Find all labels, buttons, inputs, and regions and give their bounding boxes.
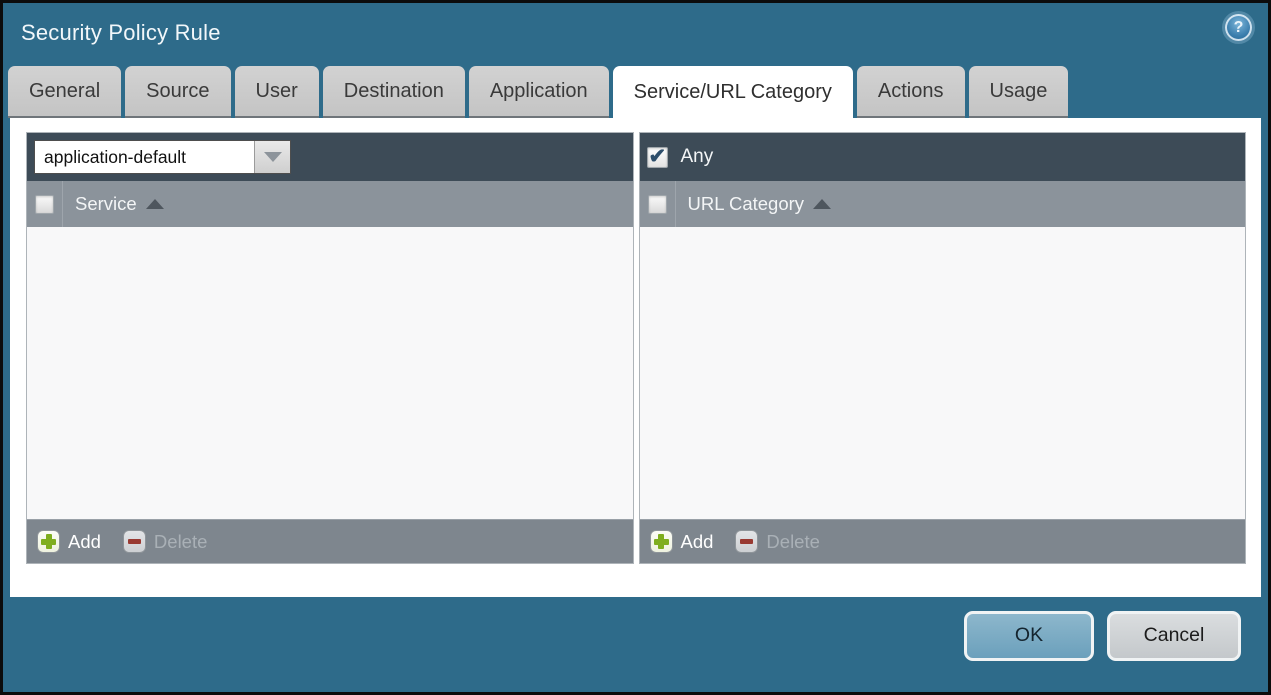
tab-usage[interactable]: Usage xyxy=(968,66,1069,118)
service-panel-footer: Add Delete xyxy=(27,519,633,563)
service-add-button[interactable]: Add xyxy=(37,530,101,553)
url-category-column-label: URL Category xyxy=(687,193,805,214)
tab-bar: General Source User Destination Applicat… xyxy=(3,63,1268,121)
service-column-label: Service xyxy=(75,193,137,214)
help-icon-glyph: ? xyxy=(1233,18,1244,36)
service-type-input[interactable] xyxy=(35,141,254,173)
dialog-button-row: OK Cancel xyxy=(3,597,1268,692)
service-panel-header xyxy=(27,133,633,181)
minus-icon xyxy=(122,530,146,553)
tab-user[interactable]: User xyxy=(234,66,319,118)
column-divider xyxy=(62,181,63,227)
chevron-down-icon xyxy=(263,152,282,162)
help-icon[interactable]: ? xyxy=(1225,14,1252,41)
plus-icon xyxy=(37,530,60,553)
url-category-delete-button[interactable]: Delete xyxy=(735,530,820,553)
security-policy-rule-dialog: Security Policy Rule ? General Source Us… xyxy=(0,0,1271,695)
cancel-button[interactable]: Cancel xyxy=(1107,610,1241,661)
sort-ascending-icon xyxy=(145,199,164,209)
tab-content: Service Add Delete Any xyxy=(10,118,1261,597)
service-panel: Service Add Delete xyxy=(26,132,634,564)
any-checkbox[interactable] xyxy=(646,144,668,169)
url-category-column-header[interactable]: URL Category xyxy=(639,181,1245,227)
url-category-add-button[interactable]: Add xyxy=(649,530,714,553)
add-button-label: Add xyxy=(68,530,101,552)
sort-ascending-icon xyxy=(813,199,832,209)
url-category-select-all-checkbox[interactable] xyxy=(647,194,667,214)
delete-button-label: Delete xyxy=(153,530,208,552)
plus-icon xyxy=(649,530,673,553)
tab-service-url-category[interactable]: Service/URL Category xyxy=(612,66,853,121)
dialog-titlebar: Security Policy Rule ? xyxy=(3,3,1268,63)
ok-button[interactable]: OK xyxy=(964,610,1094,661)
url-category-panel-footer: Add Delete xyxy=(639,519,1245,563)
tab-source[interactable]: Source xyxy=(125,66,231,118)
column-divider xyxy=(674,181,676,227)
service-column-header[interactable]: Service xyxy=(27,181,633,227)
url-category-panel: Any URL Category Add Delete xyxy=(638,132,1246,564)
service-type-combo xyxy=(34,140,291,174)
tab-destination[interactable]: Destination xyxy=(322,66,465,118)
dialog-title: Security Policy Rule xyxy=(21,20,221,45)
service-type-dropdown-button[interactable] xyxy=(254,141,290,173)
tab-general[interactable]: General xyxy=(8,66,122,118)
minus-icon xyxy=(735,530,759,553)
any-checkbox-label: Any xyxy=(680,146,714,167)
service-list xyxy=(27,227,633,519)
tab-application[interactable]: Application xyxy=(468,66,609,118)
url-category-panel-header: Any xyxy=(639,133,1245,181)
tab-actions[interactable]: Actions xyxy=(856,66,965,118)
service-select-all-checkbox[interactable] xyxy=(35,194,54,214)
add-button-label: Add xyxy=(680,530,714,552)
delete-button-label: Delete xyxy=(766,530,820,552)
url-category-list xyxy=(639,227,1245,519)
service-delete-button[interactable]: Delete xyxy=(122,530,208,553)
